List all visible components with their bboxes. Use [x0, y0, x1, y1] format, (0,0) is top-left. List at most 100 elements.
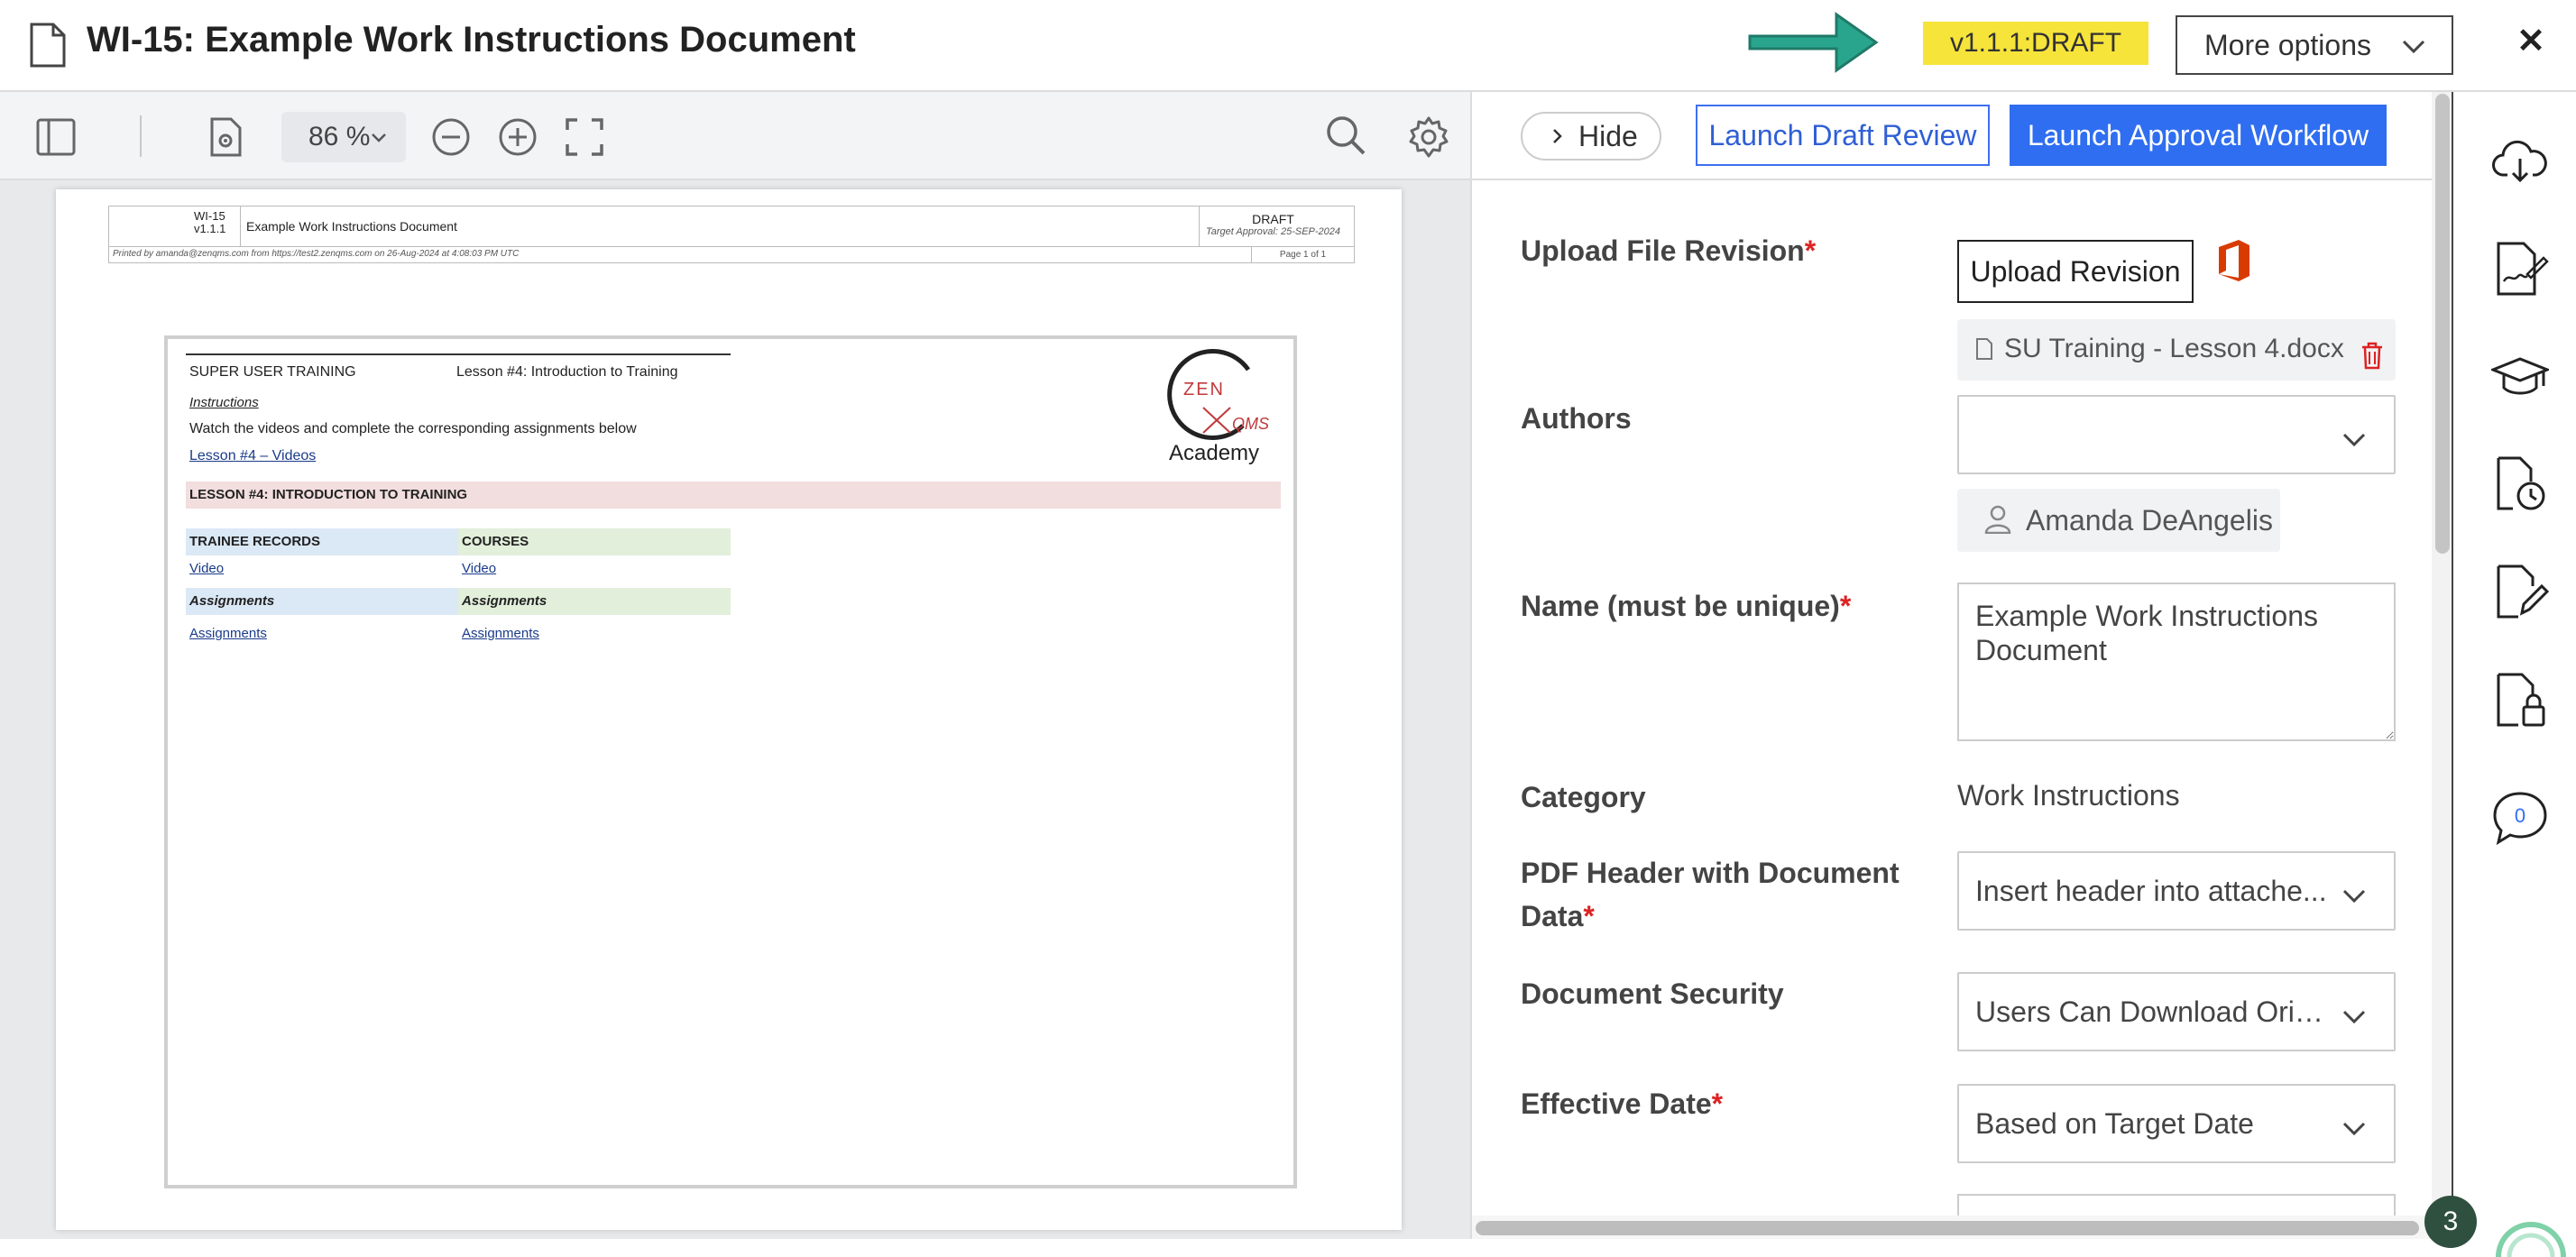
notification-count-badge[interactable]: 3: [2424, 1196, 2477, 1248]
trainee-assignments-link[interactable]: Assignments: [186, 620, 458, 647]
panel-vertical-scroll-thumb[interactable]: [2435, 94, 2450, 554]
fullscreen-icon[interactable]: [563, 115, 606, 159]
printed-by-text: Printed by amanda@zenqms.com from https:…: [113, 249, 520, 259]
courses-video-link[interactable]: Video: [458, 555, 731, 583]
chevron-down-icon: [2402, 40, 2425, 54]
comment-count: 0: [2515, 804, 2525, 827]
attached-file-name[interactable]: SU Training - Lesson 4.docx: [2004, 328, 2344, 370]
document-lock-icon[interactable]: [2491, 671, 2549, 729]
document-name-input[interactable]: [1957, 583, 2396, 741]
name-label: Name (must be unique)*: [1521, 584, 1851, 628]
lesson-title: Lesson #4: Introduction to Training: [456, 364, 678, 380]
trainee-assignments-header: Assignments: [186, 588, 458, 615]
chevron-down-icon: [2342, 433, 2366, 447]
required-marker: *: [1804, 234, 1817, 267]
document-security-select[interactable]: Users Can Download Origi...: [1957, 972, 2396, 1051]
authors-label: Authors: [1521, 402, 1632, 435]
file-icon: [1976, 338, 1992, 360]
comment-icon[interactable]: 0: [2491, 788, 2549, 846]
zoom-level-dropdown[interactable]: 86 %: [281, 112, 406, 162]
logo-qms-text: QMS: [1232, 415, 1269, 433]
pdf-header-id-cell: WI-15 v1.1.1: [109, 206, 241, 246]
instructions-label: Instructions: [189, 395, 259, 410]
embedded-document-content: SUPER USER TRAINING Lesson #4: Introduct…: [164, 335, 1297, 1188]
authors-select[interactable]: [1957, 395, 2396, 474]
author-chip[interactable]: Amanda DeAngelis: [1957, 489, 2280, 552]
pdf-header-title: Example Work Instructions Document: [246, 219, 457, 234]
upload-revision-button[interactable]: Upload Revision: [1957, 240, 2194, 303]
hide-button[interactable]: Hide: [1521, 112, 1661, 161]
document-history-icon[interactable]: [2491, 454, 2549, 512]
right-icon-rail: 0: [2452, 92, 2576, 1239]
pdf-header-select[interactable]: Insert header into attache...: [1957, 851, 2396, 931]
chevron-down-icon: [2342, 1122, 2366, 1136]
super-user-heading: SUPER USER TRAINING: [189, 364, 356, 380]
chevron-down-icon: [2342, 889, 2366, 904]
hide-label: Hide: [1578, 120, 1638, 152]
name-label-text: Name (must be unique): [1521, 590, 1840, 622]
help-widget-icon[interactable]: [2479, 1203, 2569, 1257]
effective-date-value: Based on Target Date: [1975, 1107, 2254, 1140]
arrow-right-icon: [1748, 12, 1879, 73]
pdf-printed-line: Printed by amanda@zenqms.com from https:…: [108, 247, 1355, 263]
more-options-label: More options: [2204, 29, 2371, 61]
document-security-value: Users Can Download Origi...: [1975, 996, 2336, 1028]
lesson-section-bar: LESSON #4: INTRODUCTION TO TRAINING: [186, 482, 1281, 509]
effective-date-label-text: Effective Date: [1521, 1087, 1712, 1120]
page-number: Page 1 of 1: [1251, 247, 1354, 262]
trainee-video-link[interactable]: Video: [186, 555, 458, 583]
panel-horizontal-scroll-thumb[interactable]: [1476, 1221, 2419, 1235]
close-icon[interactable]: ✕: [2513, 23, 2549, 60]
pdf-header-status-cell: DRAFT Target Approval: 25-SEP-2024: [1199, 206, 1354, 246]
required-marker: *: [1839, 590, 1852, 622]
logo-zen-text: ZEN: [1183, 380, 1225, 399]
version-status-badge: v1.1.1:DRAFT: [1923, 22, 2149, 65]
document-settings-icon[interactable]: [204, 115, 247, 159]
required-marker: *: [1583, 900, 1595, 932]
zoom-out-icon[interactable]: [429, 115, 473, 159]
author-name: Amanda DeAngelis: [2026, 504, 2273, 537]
more-options-dropdown[interactable]: More options: [2176, 15, 2453, 75]
category-value: Work Instructions: [1957, 779, 2180, 812]
cloud-download-icon[interactable]: [2491, 133, 2549, 191]
effective-date-select[interactable]: Based on Target Date: [1957, 1084, 2396, 1163]
pdf-header-id: WI-15: [194, 209, 225, 223]
microsoft-office-icon[interactable]: [2215, 238, 2253, 283]
pdf-header-label-line2: Data: [1521, 900, 1584, 932]
pdf-header-label: PDF Header with Document Data*: [1521, 851, 1900, 938]
required-marker: *: [1711, 1087, 1724, 1120]
divider: [186, 353, 731, 355]
pdf-header-version: v1.1.1: [194, 222, 226, 235]
pdf-header-target: Target Approval: 25-SEP-2024: [1206, 226, 1340, 237]
search-icon[interactable]: [1324, 114, 1367, 157]
pdf-header-status: DRAFT: [1252, 212, 1294, 226]
courses-assignments-header: Assignments: [458, 588, 731, 615]
upload-file-revision-label: Upload File Revision*: [1521, 229, 1816, 272]
launch-approval-workflow-button[interactable]: Launch Approval Workflow: [2010, 105, 2387, 166]
instructions-text: Watch the videos and complete the corres…: [189, 421, 637, 436]
category-label: Category: [1521, 781, 1646, 813]
gear-icon[interactable]: [1407, 115, 1450, 159]
pdf-document-header: WI-15 v1.1.1 Example Work Instructions D…: [108, 206, 1355, 247]
document-edit-icon[interactable]: [2491, 563, 2549, 620]
graduation-cap-icon[interactable]: [2491, 348, 2549, 406]
lesson-videos-link[interactable]: Lesson #4 – Videos: [189, 448, 316, 464]
trash-icon[interactable]: [2360, 341, 2385, 370]
document-properties-panel: Hide Launch Draft Review Launch Approval…: [1470, 92, 2452, 1239]
zoom-in-icon[interactable]: [496, 115, 539, 159]
document-viewer[interactable]: WI-15 v1.1.1 Example Work Instructions D…: [0, 180, 1470, 1239]
trainee-records-header: TRAINEE RECORDS: [186, 528, 458, 555]
effective-date-label: Effective Date*: [1521, 1082, 1723, 1125]
signature-icon[interactable]: [2491, 240, 2549, 298]
top-header: WI-15: Example Work Instructions Documen…: [0, 0, 2576, 92]
document-icon: [30, 23, 66, 68]
sidebar-toggle-icon[interactable]: [34, 115, 78, 159]
document-security-label: Document Security: [1521, 977, 1784, 1010]
courses-assignments-link[interactable]: Assignments: [458, 620, 731, 647]
toolbar-divider: [140, 115, 142, 157]
chevron-down-icon: [372, 133, 386, 142]
launch-draft-review-button[interactable]: Launch Draft Review: [1696, 105, 1990, 166]
zenqms-academy-logo: ZEN QMS Academy: [1167, 348, 1269, 465]
zoom-level-value: 86 %: [308, 122, 371, 151]
pdf-page: WI-15 v1.1.1 Example Work Instructions D…: [56, 189, 1402, 1230]
